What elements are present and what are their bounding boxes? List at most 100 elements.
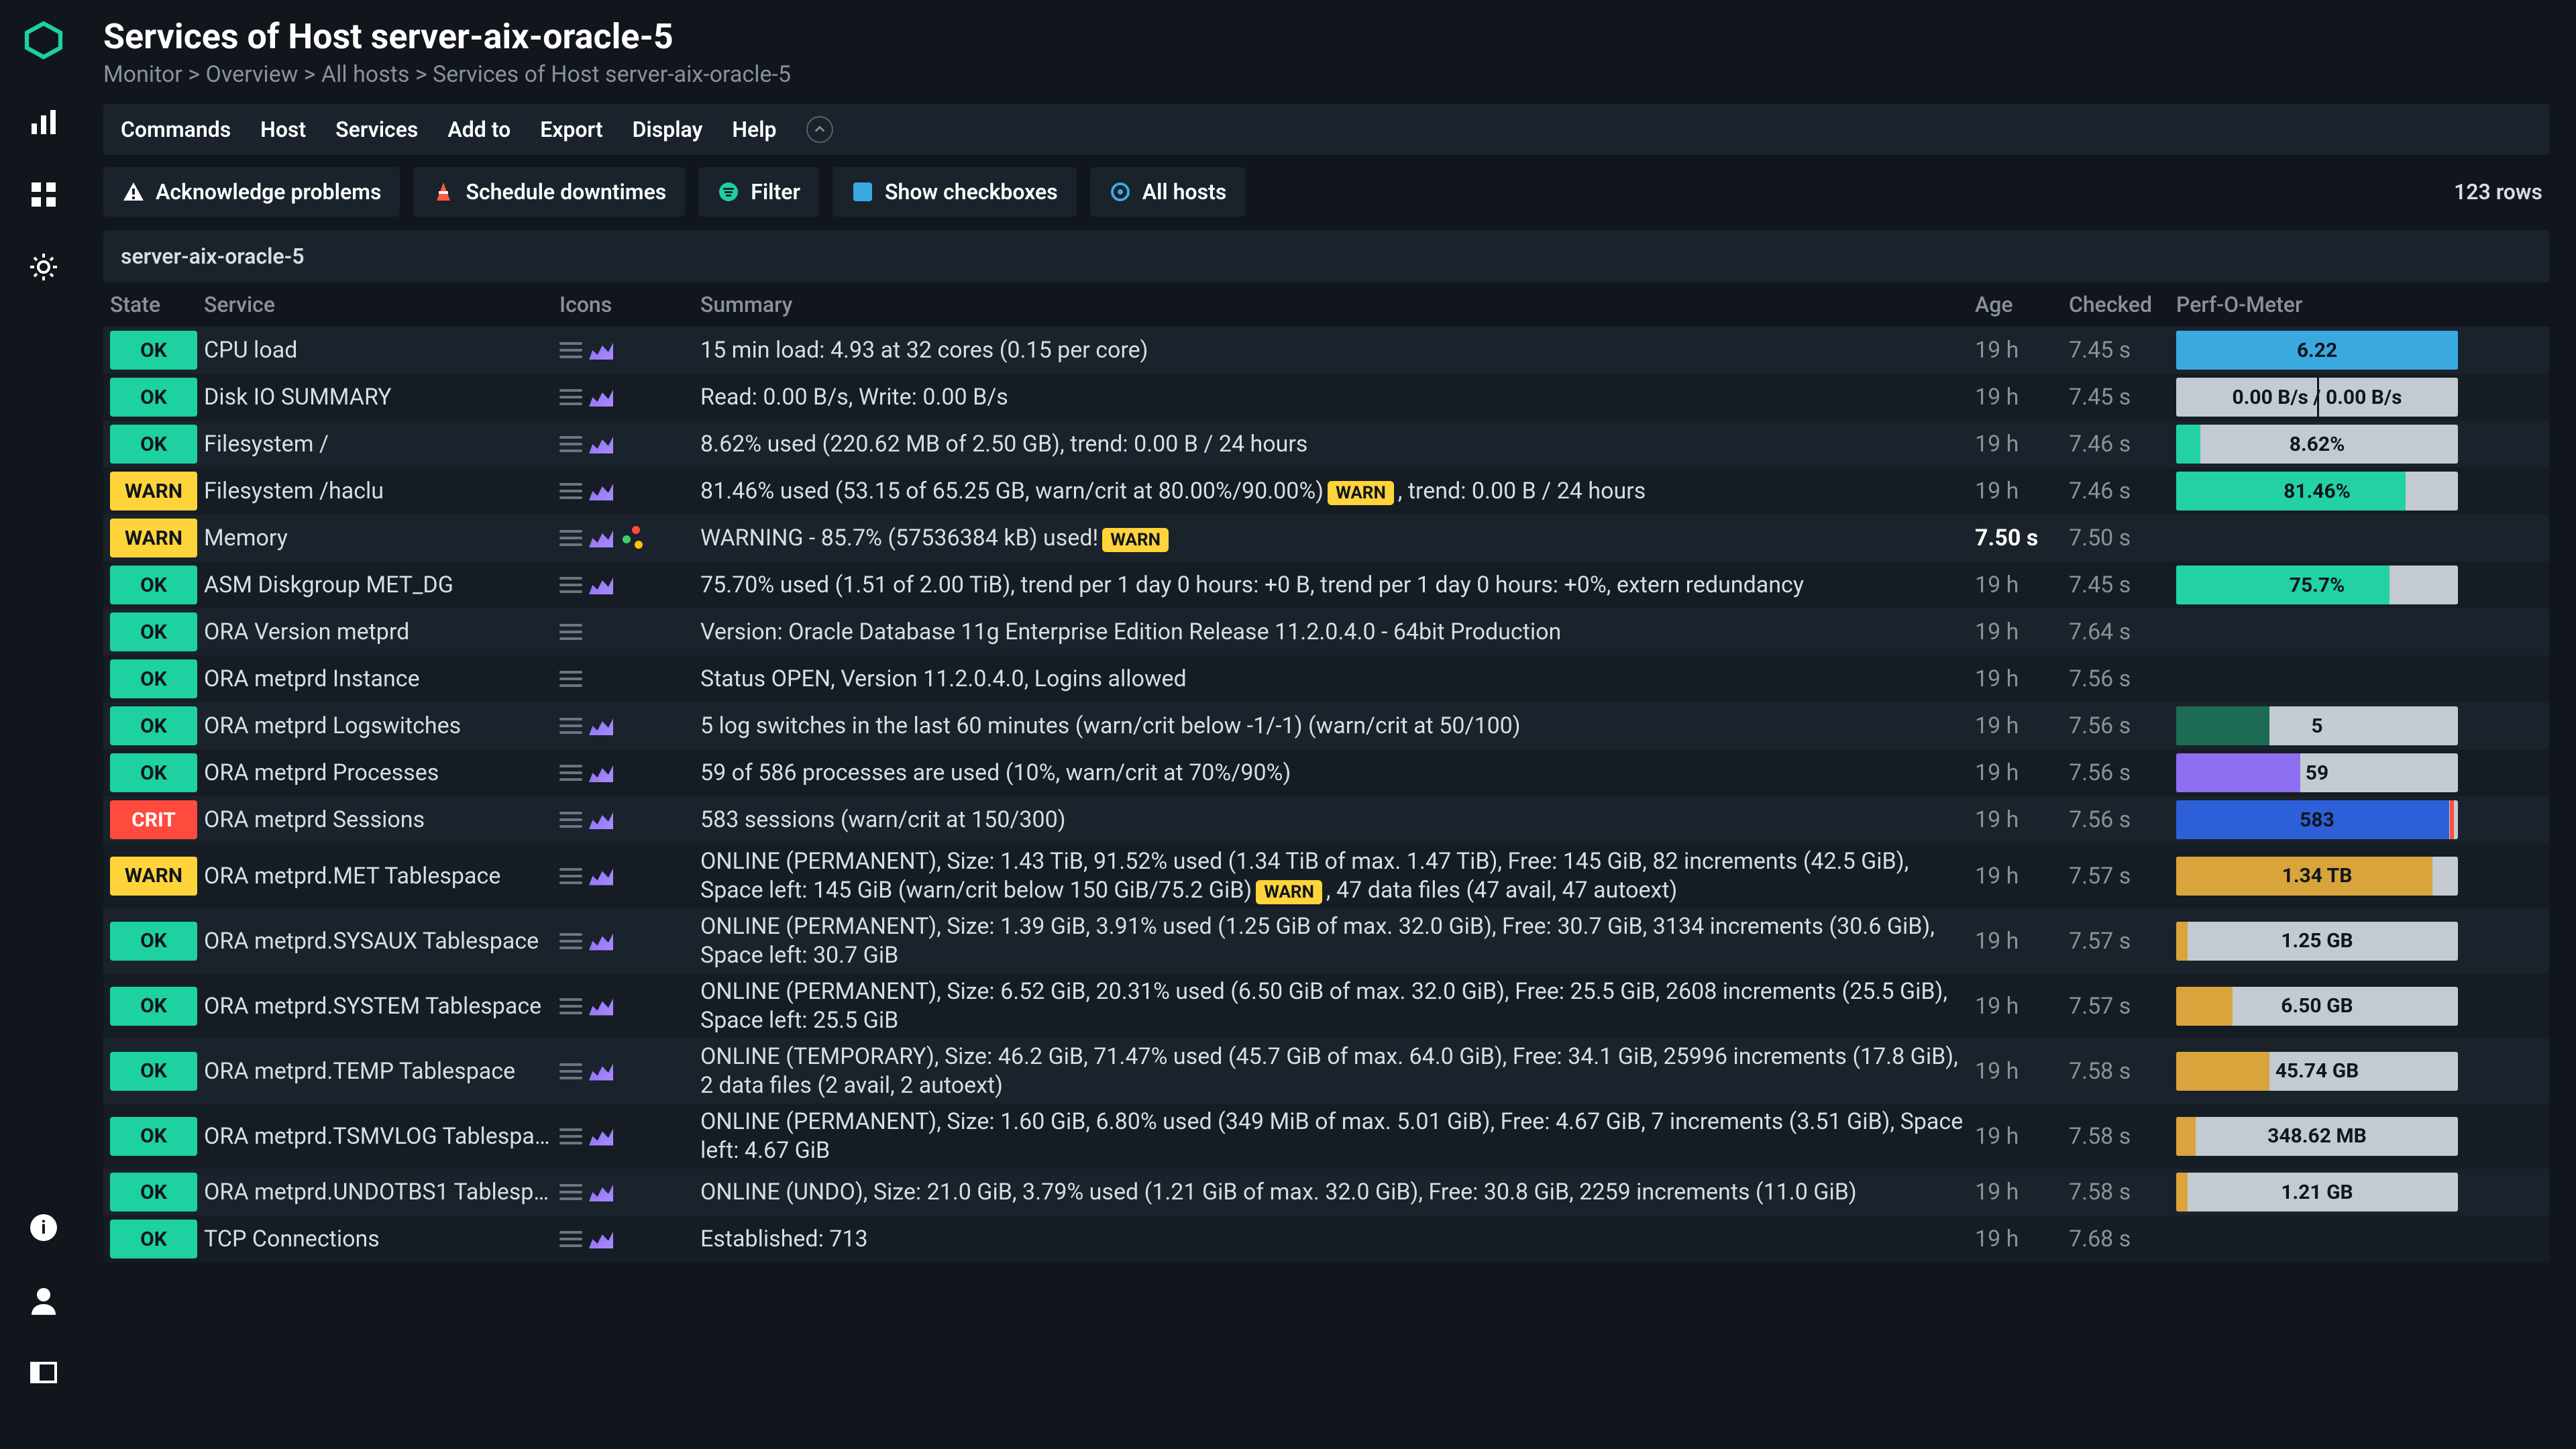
service-name[interactable]: ORA metprd.UNDOTBS1 Tablespace xyxy=(204,1179,553,1205)
menu-icon[interactable] xyxy=(559,624,582,640)
acknowledge-button[interactable]: Acknowledge problems xyxy=(103,167,400,217)
state-badge[interactable]: OK xyxy=(110,378,197,417)
col-checked[interactable]: Checked xyxy=(2069,292,2169,317)
bar-chart-icon[interactable] xyxy=(28,106,60,138)
service-name[interactable]: Disk IO SUMMARY xyxy=(204,384,553,411)
state-badge[interactable]: OK xyxy=(110,425,197,464)
menu-icon[interactable] xyxy=(559,868,582,884)
state-badge[interactable]: OK xyxy=(110,987,197,1026)
service-name[interactable]: ORA metprd Processes xyxy=(204,759,553,786)
col-state[interactable]: State xyxy=(110,292,197,317)
state-badge[interactable]: OK xyxy=(110,331,197,370)
service-name[interactable]: ORA metprd.TSMVLOG Tablespace xyxy=(204,1123,553,1150)
menu-icon[interactable] xyxy=(559,342,582,358)
menu-icon[interactable] xyxy=(559,436,582,452)
menu-icon[interactable] xyxy=(559,1184,582,1200)
state-badge[interactable]: OK xyxy=(110,1173,197,1212)
service-name[interactable]: ORA metprd.TEMP Tablespace xyxy=(204,1058,553,1085)
service-name[interactable]: ORA Version metprd xyxy=(204,619,553,645)
graph-icon[interactable] xyxy=(589,867,613,885)
menu-export[interactable]: Export xyxy=(540,117,602,142)
state-badge[interactable]: WARN xyxy=(110,857,197,896)
expand-toggle-icon[interactable] xyxy=(806,116,833,143)
graph-icon[interactable] xyxy=(589,1127,613,1146)
graph-icon[interactable] xyxy=(589,388,613,407)
state-badge[interactable]: OK xyxy=(110,659,197,698)
menu-icon[interactable] xyxy=(559,933,582,949)
graph-icon[interactable] xyxy=(589,529,613,547)
graph-icon[interactable] xyxy=(589,1062,613,1081)
menu-icon[interactable] xyxy=(559,389,582,405)
state-badge[interactable]: OK xyxy=(110,922,197,961)
breadcrumb[interactable]: Monitor > Overview > All hosts > Service… xyxy=(103,61,2549,88)
gear-icon[interactable] xyxy=(28,251,60,283)
service-name[interactable]: Filesystem /haclu xyxy=(204,478,553,504)
col-perf[interactable]: Perf-O-Meter xyxy=(2176,292,2458,317)
grid-icon[interactable] xyxy=(28,178,60,211)
graph-icon[interactable] xyxy=(589,763,613,782)
graph-icon[interactable] xyxy=(589,1230,613,1248)
info-icon[interactable]: i xyxy=(28,1212,60,1244)
menu-icon[interactable] xyxy=(559,998,582,1014)
service-name[interactable]: TCP Connections xyxy=(204,1226,553,1252)
col-age[interactable]: Age xyxy=(1975,292,2062,317)
graph-icon[interactable] xyxy=(589,576,613,594)
graph-icon[interactable] xyxy=(589,932,613,951)
state-badge[interactable]: CRIT xyxy=(110,800,197,839)
menu-services[interactable]: Services xyxy=(335,117,418,142)
menu-icon[interactable] xyxy=(559,812,582,828)
service-name[interactable]: ORA metprd.SYSTEM Tablespace xyxy=(204,993,553,1020)
state-badge[interactable]: OK xyxy=(110,1220,197,1258)
state-badge[interactable]: OK xyxy=(110,612,197,651)
state-badge[interactable]: OK xyxy=(110,566,197,604)
all-hosts-button[interactable]: All hosts xyxy=(1090,167,1246,217)
show-checkboxes-button[interactable]: Show checkboxes xyxy=(833,167,1077,217)
service-name[interactable]: ORA metprd Sessions xyxy=(204,806,553,833)
state-badge[interactable]: OK xyxy=(110,753,197,792)
menu-icon[interactable] xyxy=(559,577,582,593)
graph-icon[interactable] xyxy=(589,997,613,1016)
status-dots-icon[interactable] xyxy=(620,526,644,550)
service-name[interactable]: CPU load xyxy=(204,337,553,364)
col-service[interactable]: Service xyxy=(204,292,553,317)
host-group-header[interactable]: server-aix-oracle-5 xyxy=(103,230,2549,282)
menu-icon[interactable] xyxy=(559,1231,582,1247)
col-icons[interactable]: Icons xyxy=(559,292,694,317)
menu-icon[interactable] xyxy=(559,1063,582,1079)
panel-toggle-icon[interactable] xyxy=(28,1356,60,1389)
graph-icon[interactable] xyxy=(589,435,613,453)
filter-button[interactable]: Filter xyxy=(698,167,819,217)
menu-icon[interactable] xyxy=(559,765,582,781)
menu-icon[interactable] xyxy=(559,1128,582,1144)
service-name[interactable]: ORA metprd.SYSAUX Tablespace xyxy=(204,928,553,955)
state-badge[interactable]: OK xyxy=(110,706,197,745)
service-name[interactable]: ORA metprd Instance xyxy=(204,665,553,692)
user-icon[interactable] xyxy=(28,1284,60,1316)
menu-add-to[interactable]: Add to xyxy=(447,117,511,142)
service-name[interactable]: Filesystem / xyxy=(204,431,553,458)
menu-icon[interactable] xyxy=(559,718,582,734)
menu-host[interactable]: Host xyxy=(260,117,306,142)
menu-display[interactable]: Display xyxy=(633,117,703,142)
graph-icon[interactable] xyxy=(589,1183,613,1201)
menu-icon[interactable] xyxy=(559,671,582,687)
col-summary[interactable]: Summary xyxy=(700,292,1968,317)
service-name[interactable]: ORA metprd.MET Tablespace xyxy=(204,863,553,890)
menu-commands[interactable]: Commands xyxy=(121,117,231,142)
state-badge[interactable]: OK xyxy=(110,1052,197,1091)
graph-icon[interactable] xyxy=(589,341,613,360)
state-badge[interactable]: WARN xyxy=(110,472,197,511)
graph-icon[interactable] xyxy=(589,810,613,829)
state-badge[interactable]: WARN xyxy=(110,519,197,557)
menu-icon[interactable] xyxy=(559,530,582,546)
menu-help[interactable]: Help xyxy=(732,117,776,142)
schedule-downtime-button[interactable]: Schedule downtimes xyxy=(413,167,685,217)
menu-icon[interactable] xyxy=(559,483,582,499)
graph-icon[interactable] xyxy=(589,716,613,735)
logo[interactable] xyxy=(23,20,64,66)
state-badge[interactable]: OK xyxy=(110,1117,197,1156)
graph-icon[interactable] xyxy=(589,482,613,500)
service-name[interactable]: Memory xyxy=(204,525,553,551)
service-name[interactable]: ORA metprd Logswitches xyxy=(204,712,553,739)
service-name[interactable]: ASM Diskgroup MET_DG xyxy=(204,572,553,598)
